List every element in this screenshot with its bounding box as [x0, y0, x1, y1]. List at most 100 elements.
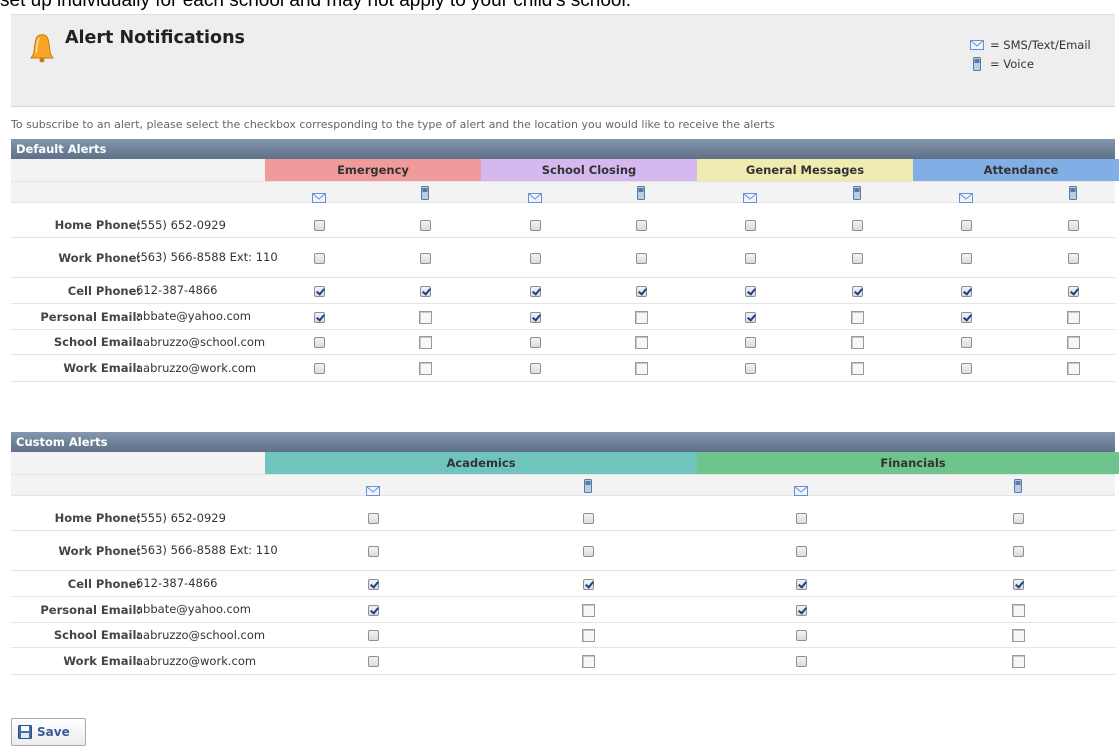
- contact-value: 612-387-4866: [136, 576, 218, 590]
- alert-checkbox[interactable]: [744, 252, 756, 264]
- alert-checkbox[interactable]: [960, 337, 972, 348]
- alert-checkbox[interactable]: [1011, 655, 1025, 668]
- alert-checkbox[interactable]: [744, 337, 756, 348]
- contact-label: School Email:: [53, 335, 141, 349]
- legend-voice-label: = Voice: [990, 56, 1034, 71]
- alert-checkbox[interactable]: [367, 656, 379, 667]
- phone-icon: [853, 185, 861, 204]
- alert-checkbox[interactable]: [1067, 252, 1079, 264]
- phone-icon: [584, 478, 592, 497]
- alert-checkbox[interactable]: [635, 285, 647, 297]
- alert-checkbox[interactable]: [1011, 629, 1025, 642]
- alert-checkbox[interactable]: [795, 545, 807, 557]
- alert-checkbox[interactable]: [367, 630, 379, 641]
- phone-icon: [968, 56, 986, 71]
- alert-checkbox[interactable]: [419, 285, 431, 297]
- alert-checkbox[interactable]: [581, 629, 595, 642]
- alert-checkbox[interactable]: [634, 336, 648, 349]
- alert-checkbox[interactable]: [529, 363, 541, 374]
- alert-checkbox[interactable]: [850, 362, 864, 375]
- alert-checkbox[interactable]: [744, 311, 756, 323]
- alert-checkbox[interactable]: [795, 630, 807, 641]
- phone-icon: [1014, 478, 1022, 497]
- contact-row: Work Email: aabruzzo@work.com: [11, 355, 1115, 382]
- alert-checkbox[interactable]: [581, 603, 595, 617]
- alert-checkbox[interactable]: [634, 362, 648, 375]
- alert-checkbox[interactable]: [1067, 285, 1079, 297]
- contact-row: Work Phone: (563) 566-8588 Ext: 110: [11, 531, 1115, 571]
- alert-checkbox[interactable]: [795, 513, 807, 524]
- alert-checkbox[interactable]: [582, 513, 594, 524]
- alert-checkbox[interactable]: [418, 310, 432, 324]
- alert-checkbox[interactable]: [529, 311, 541, 323]
- alert-checkbox[interactable]: [313, 285, 325, 297]
- alert-checkbox[interactable]: [851, 220, 863, 231]
- contact-value: (555) 652-0929: [136, 510, 226, 525]
- alert-checkbox[interactable]: [1066, 362, 1080, 375]
- alert-checkbox[interactable]: [635, 252, 647, 264]
- alert-checkbox[interactable]: [635, 220, 647, 231]
- alert-checkbox[interactable]: [960, 285, 972, 297]
- alert-checkbox[interactable]: [1012, 578, 1024, 590]
- alert-checkbox[interactable]: [850, 336, 864, 349]
- alert-checkbox[interactable]: [581, 655, 595, 668]
- alert-checkbox[interactable]: [960, 363, 972, 374]
- alert-checkbox[interactable]: [1012, 545, 1024, 557]
- alert-checkbox[interactable]: [960, 220, 972, 231]
- contact-value: (563) 566-8588 Ext: 110: [136, 543, 278, 557]
- legend-sms-label: = SMS/Text/Email: [990, 37, 1091, 52]
- alert-checkbox[interactable]: [960, 311, 972, 323]
- alert-checkbox[interactable]: [529, 337, 541, 348]
- alert-checkbox[interactable]: [313, 363, 325, 374]
- alert-checkbox[interactable]: [795, 656, 807, 667]
- contact-value: 612-387-4866: [136, 283, 218, 297]
- alert-checkbox[interactable]: [1066, 336, 1080, 349]
- contact-value: aabruzzo@school.com: [136, 627, 266, 642]
- alert-checkbox[interactable]: [418, 362, 432, 375]
- floppy-icon: [18, 725, 32, 739]
- alert-checkbox[interactable]: [1067, 220, 1079, 231]
- alert-checkbox[interactable]: [419, 220, 431, 231]
- contact-row: School Email: aabruzzo@school.com: [11, 623, 1115, 648]
- alert-checkbox[interactable]: [313, 311, 325, 323]
- legend: = SMS/Text/Email = Voice: [968, 35, 1091, 73]
- contact-row: Work Email: aabruzzo@work.com: [11, 648, 1115, 675]
- alert-checkbox[interactable]: [795, 578, 807, 590]
- alert-checkbox[interactable]: [582, 578, 594, 590]
- alert-checkbox[interactable]: [634, 310, 648, 324]
- alert-checkbox[interactable]: [744, 220, 756, 231]
- alert-checkbox[interactable]: [851, 252, 863, 264]
- alert-checkbox[interactable]: [1066, 310, 1080, 324]
- alert-checkbox[interactable]: [1011, 603, 1025, 617]
- alert-checkbox[interactable]: [313, 252, 325, 264]
- save-button-label: Save: [37, 725, 70, 739]
- envelope-icon: [312, 188, 326, 207]
- alert-checkbox[interactable]: [795, 604, 807, 616]
- alert-checkbox[interactable]: [582, 545, 594, 557]
- envelope-icon: [366, 481, 380, 500]
- category-header-row: Emergency School Closing General Messages A…: [11, 159, 1119, 182]
- category-header-row: Academics Financials: [11, 452, 1119, 475]
- alert-checkbox[interactable]: [367, 604, 379, 616]
- save-button[interactable]: Save: [11, 718, 86, 746]
- alert-checkbox[interactable]: [850, 310, 864, 324]
- alert-checkbox[interactable]: [529, 285, 541, 297]
- alert-checkbox[interactable]: [1012, 513, 1024, 524]
- envelope-icon: [743, 188, 757, 207]
- alert-checkbox[interactable]: [529, 252, 541, 264]
- alert-checkbox[interactable]: [418, 336, 432, 349]
- category-academics: Academics: [265, 452, 697, 474]
- alert-checkbox[interactable]: [744, 285, 756, 297]
- alert-checkbox[interactable]: [367, 513, 379, 524]
- alert-checkbox[interactable]: [744, 363, 756, 374]
- alert-checkbox[interactable]: [367, 578, 379, 590]
- alert-checkbox[interactable]: [367, 545, 379, 557]
- contact-row: Work Phone: (563) 566-8588 Ext: 110: [11, 238, 1115, 278]
- alert-checkbox[interactable]: [313, 220, 325, 231]
- contact-row: Cell Phone: 612-387-4866: [11, 278, 1115, 304]
- alert-checkbox[interactable]: [419, 252, 431, 264]
- alert-checkbox[interactable]: [313, 337, 325, 348]
- alert-checkbox[interactable]: [851, 285, 863, 297]
- alert-checkbox[interactable]: [960, 252, 972, 264]
- alert-checkbox[interactable]: [529, 220, 541, 231]
